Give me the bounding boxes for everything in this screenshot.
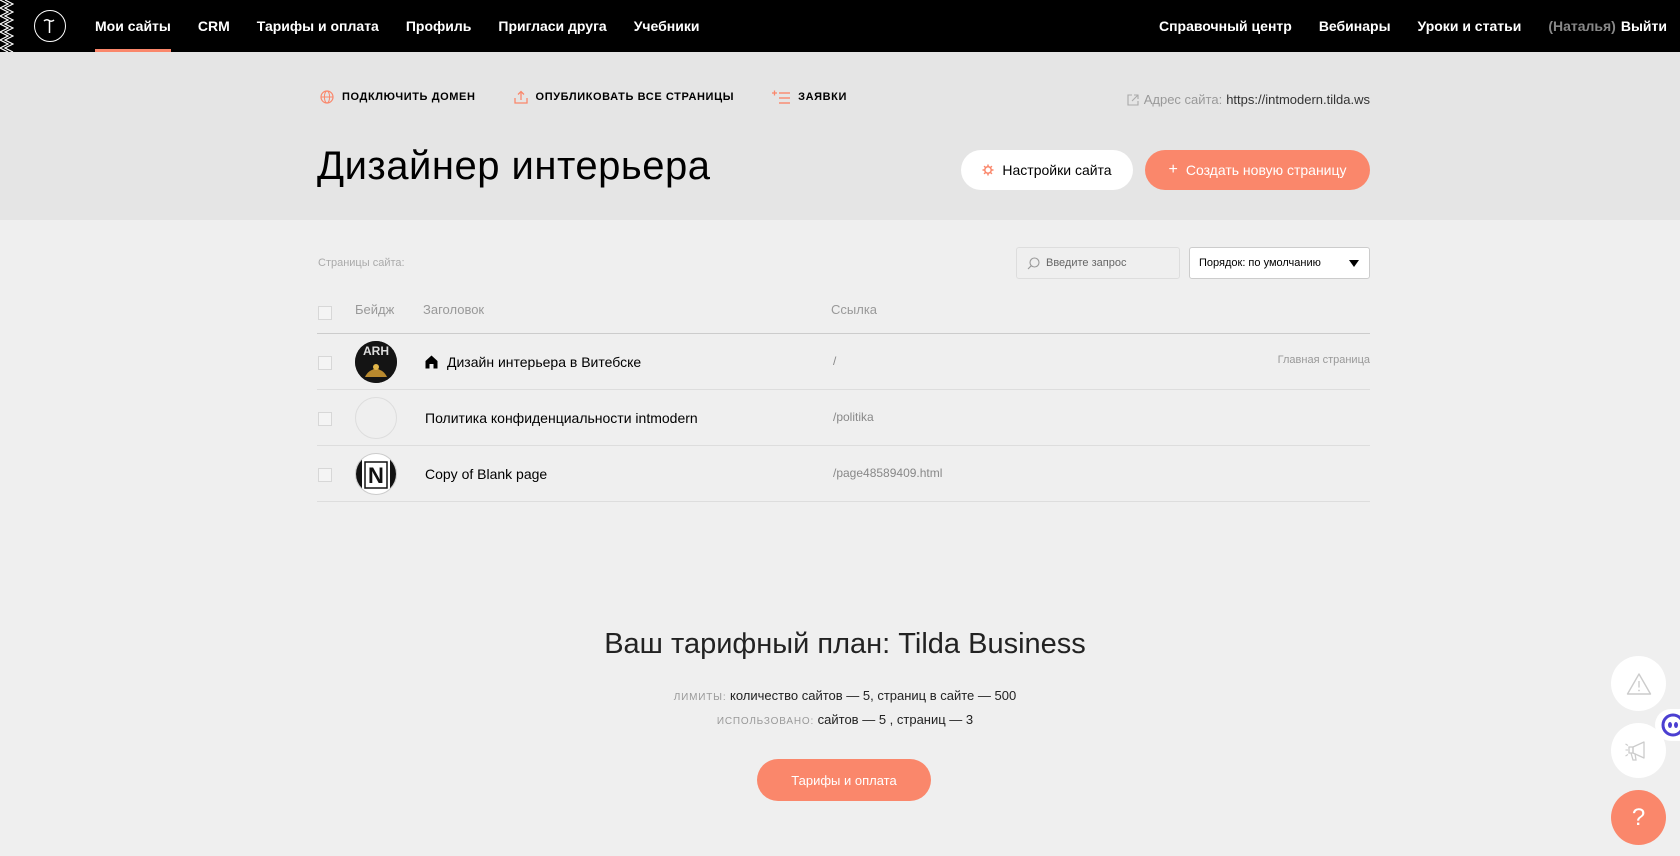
connect-domain-label: ПОДКЛЮЧИТЬ ДОМЕН	[342, 91, 476, 103]
connect-domain-action[interactable]: ПОДКЛЮЧИТЬ ДОМЕН	[320, 90, 476, 104]
upload-icon	[513, 90, 528, 104]
announcements-button[interactable]	[1611, 723, 1666, 778]
plan-limits-caption: ЛИМИТЫ:	[673, 692, 727, 703]
row-checkbox[interactable]	[318, 356, 332, 370]
top-navbar: Мои сайты CRM Тарифы и оплата Профиль Пр…	[0, 0, 1680, 52]
page-link: /page48589409.html	[833, 466, 943, 480]
help-button[interactable]: ?	[1611, 790, 1666, 845]
column-title: Заголовок	[423, 302, 485, 317]
chevron-down-icon	[1349, 260, 1359, 267]
row-checkbox[interactable]	[318, 412, 332, 426]
pages-table: Бейдж Заголовок Ссылка ARH Дизайн интерь…	[317, 300, 1370, 502]
nav-tariffs[interactable]: Тарифы и оплата	[257, 0, 379, 52]
plan-limits: ЛИМИТЫ: количество сайтов — 5, страниц в…	[0, 688, 1680, 703]
nav-crm[interactable]: CRM	[198, 0, 230, 52]
search-input[interactable]	[1046, 257, 1166, 269]
home-icon	[425, 355, 438, 369]
plan-title: Ваш тарифный план: Tilda Business	[604, 628, 1086, 660]
nav-webinars[interactable]: Вебинары	[1319, 0, 1391, 52]
page-title-cell: Copy of Blank page	[425, 466, 547, 482]
external-link-icon	[1127, 93, 1139, 106]
plan-limits-text: количество сайтов — 5, страниц в сайте —…	[730, 688, 1017, 703]
search-icon	[1027, 256, 1040, 269]
select-all-checkbox[interactable]	[318, 306, 332, 320]
megaphone-icon	[1624, 740, 1645, 761]
site-settings-label: Настройки сайта	[1002, 162, 1112, 178]
main-nav: Мои сайты CRM Тарифы и оплата Профиль Пр…	[95, 0, 726, 52]
sort-select[interactable]: Порядок: по умолчанию	[1189, 247, 1370, 279]
svg-text:ARH: ARH	[363, 344, 389, 358]
list-add-icon	[772, 90, 791, 104]
page-badge-empty	[355, 397, 397, 439]
page-title-cell: Политика конфиденциальности intmodern	[425, 410, 698, 426]
table-row[interactable]: ARH Дизайн интерьера в Витебске / Главна…	[317, 334, 1370, 390]
alert-button[interactable]	[1611, 656, 1666, 711]
page-title: Дизайнер интерьера	[317, 144, 711, 188]
plus-icon: +	[1168, 161, 1178, 178]
page-title-text: Политика конфиденциальности intmodern	[425, 410, 698, 426]
globe-icon	[320, 90, 334, 104]
column-link: Ссылка	[831, 302, 878, 317]
site-actions: ПОДКЛЮЧИТЬ ДОМЕН ОПУБЛИКОВАТЬ ВСЕ СТРАНИ…	[320, 90, 885, 104]
svg-text:N: N	[368, 463, 384, 488]
home-page-label: Главная страница	[1277, 354, 1370, 366]
nav-tutorials[interactable]: Учебники	[634, 0, 700, 52]
nav-lessons[interactable]: Уроки и статьи	[1418, 0, 1522, 52]
page-title-text: Copy of Blank page	[425, 466, 548, 482]
pages-list-label: Страницы сайта:	[318, 257, 405, 269]
table-row[interactable]: Политика конфиденциальности intmodern /p…	[317, 390, 1370, 446]
plan-usage: ИСПОЛЬЗОВАНО: сайтов — 5 , страниц — 3	[0, 712, 1680, 727]
page-title-text: Дизайн интерьера в Витебске	[447, 354, 642, 370]
create-page-label: Создать новую страницу	[1185, 162, 1347, 178]
search-box	[1016, 247, 1180, 279]
publish-all-label: ОПУБЛИКОВАТЬ ВСЕ СТРАНИЦЫ	[535, 91, 735, 103]
table-header: Бейдж Заголовок Ссылка	[317, 300, 1370, 334]
page-badge-image: N	[355, 453, 397, 495]
nav-my-sites[interactable]: Мои сайты	[95, 0, 171, 52]
requests-label: ЗАЯВКИ	[798, 91, 847, 103]
secondary-nav: Справочный центр Вебинары Уроки и статьи…	[1132, 0, 1667, 52]
page-badge-image: ARH	[355, 341, 397, 383]
publish-all-action[interactable]: ОПУБЛИКОВАТЬ ВСЕ СТРАНИЦЫ	[513, 90, 735, 104]
create-page-button[interactable]: + Создать новую страницу	[1145, 150, 1370, 190]
site-settings-button[interactable]: Настройки сайта	[961, 150, 1133, 190]
sort-select-value: Порядок: по умолчанию	[1199, 257, 1321, 269]
row-checkbox[interactable]	[318, 468, 332, 482]
page-link: /politika	[833, 410, 874, 424]
zigzag-decoration	[0, 0, 14, 52]
nav-help-center[interactable]: Справочный центр	[1159, 0, 1292, 52]
column-badge: Бейдж	[355, 302, 395, 317]
table-row[interactable]: N Copy of Blank page /page48589409.html	[317, 446, 1370, 502]
user-name: (Наталья)	[1548, 18, 1616, 34]
site-address-label: Адрес сайта:	[1143, 92, 1223, 107]
gear-icon	[982, 164, 994, 176]
warning-icon	[1626, 672, 1651, 695]
requests-action[interactable]: ЗАЯВКИ	[772, 90, 847, 104]
site-header-band	[0, 52, 1680, 220]
nav-profile[interactable]: Профиль	[406, 0, 472, 52]
tilda-logo-icon[interactable]	[34, 10, 66, 42]
site-address-link[interactable]: https://intmodern.tilda.ws	[1226, 92, 1370, 107]
logout-link[interactable]: Выйти	[1621, 18, 1667, 34]
page-link: /	[833, 354, 837, 368]
page-title-cell: Дизайн интерьера в Витебске	[425, 354, 641, 370]
plan-usage-text: сайтов — 5 , страниц — 3	[817, 712, 974, 727]
plan-usage-caption: ИСПОЛЬЗОВАНО:	[716, 716, 815, 727]
tariffs-button[interactable]: Тарифы и оплата	[757, 759, 931, 801]
nav-invite-friend[interactable]: Пригласи друга	[498, 0, 606, 52]
site-address: Адрес сайта: https://intmodern.tilda.ws	[1127, 92, 1370, 107]
